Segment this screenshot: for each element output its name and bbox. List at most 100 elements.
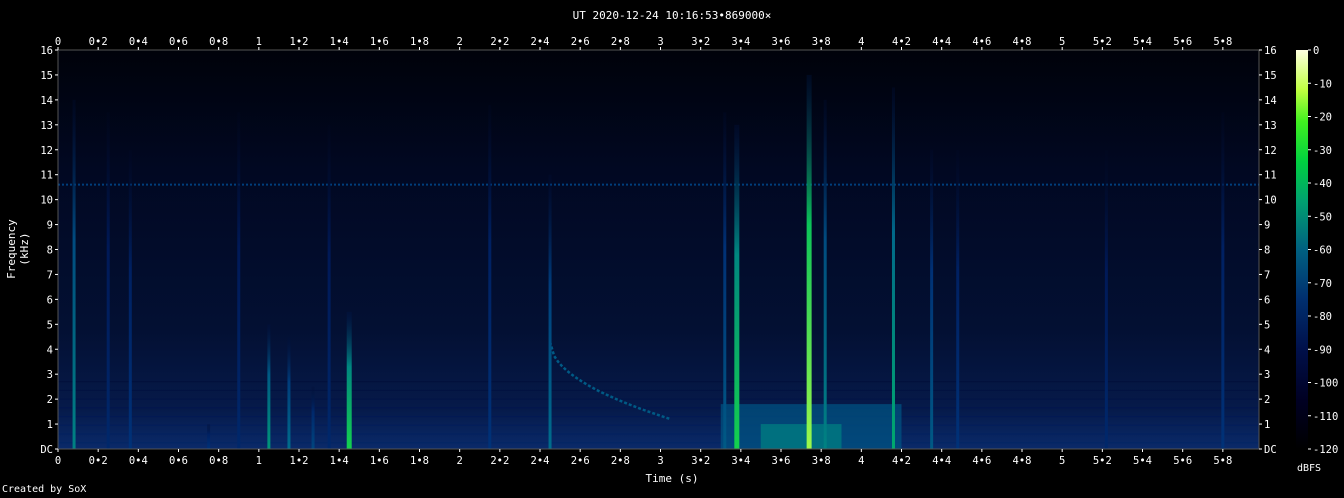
y-tick-label: 4	[47, 344, 53, 356]
x-tick-label: 4•2	[892, 455, 911, 467]
colorbar-tick-label: -100	[1313, 378, 1338, 390]
x-tick-label: 1	[256, 36, 262, 48]
x-tick-label: 5•2	[1093, 455, 1112, 467]
x-tick-label: 1•6	[370, 455, 389, 467]
y-tick-label: 4	[1264, 344, 1270, 356]
y-tick-label: 1	[47, 419, 53, 431]
colorbar-tick-label: 0	[1313, 45, 1319, 57]
colorbar-tick-label: -30	[1313, 145, 1332, 157]
x-tick-label: 0•4	[129, 455, 148, 467]
x-tick-label: 4•4	[932, 455, 951, 467]
y-tick-label: 11	[1264, 170, 1277, 182]
y-tick-label: 9	[1264, 220, 1270, 232]
x-tick-label: 3•2	[691, 36, 710, 48]
x-tick-label: 0•6	[169, 455, 188, 467]
x-tick-label: 2•6	[571, 36, 590, 48]
y-tick-label: 5	[47, 319, 53, 331]
x-tick-label: 5•8	[1213, 455, 1232, 467]
burst-line	[267, 324, 271, 449]
y-tick-label: 7	[1264, 269, 1270, 281]
x-tick-label: 2	[457, 36, 463, 48]
y-tick-label: 3	[1264, 369, 1270, 381]
colorbar-tick-label: -80	[1313, 311, 1332, 323]
x-tick-label: 2•4	[531, 455, 550, 467]
x-tick-label: 4•4	[932, 36, 951, 48]
y-tick-label: 10	[1264, 195, 1277, 207]
colorbar-tick-label: -90	[1313, 344, 1332, 356]
y-tick-label: 12	[1264, 145, 1277, 157]
burst-line	[956, 149, 960, 449]
y-tick-label: 7	[47, 269, 53, 281]
x-tick-label: 3•6	[772, 455, 791, 467]
colorbar-tick-label: -10	[1313, 78, 1332, 90]
x-tick-label: 0	[55, 36, 61, 48]
x-tick-label: 1•2	[290, 455, 309, 467]
x-tick-label: 0•8	[209, 36, 228, 48]
x-tick-label: 2•8	[611, 36, 630, 48]
y-tick-label: 8	[1264, 245, 1270, 257]
burst-line	[823, 99, 827, 449]
y-tick-label: 6	[47, 294, 53, 306]
y-tick-label: 5	[1264, 319, 1270, 331]
x-tick-label: 2	[457, 455, 463, 467]
x-tick-label: 2•4	[531, 36, 550, 48]
x-tick-label: 5•6	[1173, 36, 1192, 48]
x-tick-label: 3	[657, 455, 663, 467]
colorbar-tick-label: -110	[1313, 411, 1338, 423]
y-tick-label: DC	[1264, 444, 1277, 456]
x-tick-label: 4•6	[972, 455, 991, 467]
spectrogram-chart: 000•20•20•40•40•60•60•80•8111•21•21•41•4…	[40, 36, 1338, 467]
burst-line	[930, 149, 934, 449]
burst-line	[287, 336, 291, 449]
colorbar-gradient	[1296, 50, 1308, 449]
x-tick-label: 0•2	[89, 455, 108, 467]
x-tick-label: 4•6	[972, 36, 991, 48]
burst-line	[346, 311, 352, 449]
x-tick-label: 5•2	[1093, 36, 1112, 48]
low-band-core	[760, 424, 842, 449]
spectrogram-plot	[58, 50, 1259, 449]
y-tick-label: 1	[1264, 419, 1270, 431]
x-tick-label: 3•8	[812, 455, 831, 467]
x-tick-label: 1•4	[330, 36, 349, 48]
x-tick-label: 3•8	[812, 36, 831, 48]
burst-line	[207, 424, 211, 449]
burst-line	[723, 112, 727, 449]
x-tick-label: 3•2	[691, 455, 710, 467]
x-tick-label: 4•8	[1013, 455, 1032, 467]
y-tick-label: 6	[1264, 294, 1270, 306]
burst-line	[1221, 112, 1225, 449]
y-tick-label: 8	[47, 245, 53, 257]
burst-line	[72, 99, 76, 449]
y-tick-label: 15	[1264, 70, 1277, 82]
x-tick-label: 5•8	[1213, 36, 1232, 48]
x-tick-label: 3	[657, 36, 663, 48]
x-tick-label: 5•4	[1133, 36, 1152, 48]
colorbar-tick-label: -70	[1313, 278, 1332, 290]
x-tick-label: 0•4	[129, 36, 148, 48]
burst-line	[891, 87, 895, 449]
y-tick-label: 11	[40, 170, 53, 182]
x-tick-label: 3•4	[731, 36, 750, 48]
burst-line	[548, 174, 552, 449]
burst-line	[734, 124, 740, 449]
x-tick-label: 4•2	[892, 36, 911, 48]
x-tick-label: 1•6	[370, 36, 389, 48]
y-tick-label: 13	[1264, 120, 1277, 132]
x-tick-label: 3•4	[731, 455, 750, 467]
x-tick-label: 2•8	[611, 455, 630, 467]
x-tick-label: 4	[858, 36, 864, 48]
y-tick-label: 2	[47, 394, 53, 406]
x-tick-label: 0•8	[209, 455, 228, 467]
y-tick-label: 14	[40, 95, 53, 107]
y-tick-label: DC	[40, 444, 53, 456]
colorbar-tick-label: -50	[1313, 211, 1332, 223]
burst-line	[1104, 149, 1108, 449]
y-tick-label: 14	[1264, 95, 1277, 107]
colorbar-tick-label: -40	[1313, 178, 1332, 190]
y-tick-label: 15	[40, 70, 53, 82]
burst-line	[806, 74, 812, 449]
x-tick-label: 2•2	[490, 36, 509, 48]
y-tick-label: 16	[1264, 45, 1277, 57]
x-tick-label: 1•8	[410, 455, 429, 467]
